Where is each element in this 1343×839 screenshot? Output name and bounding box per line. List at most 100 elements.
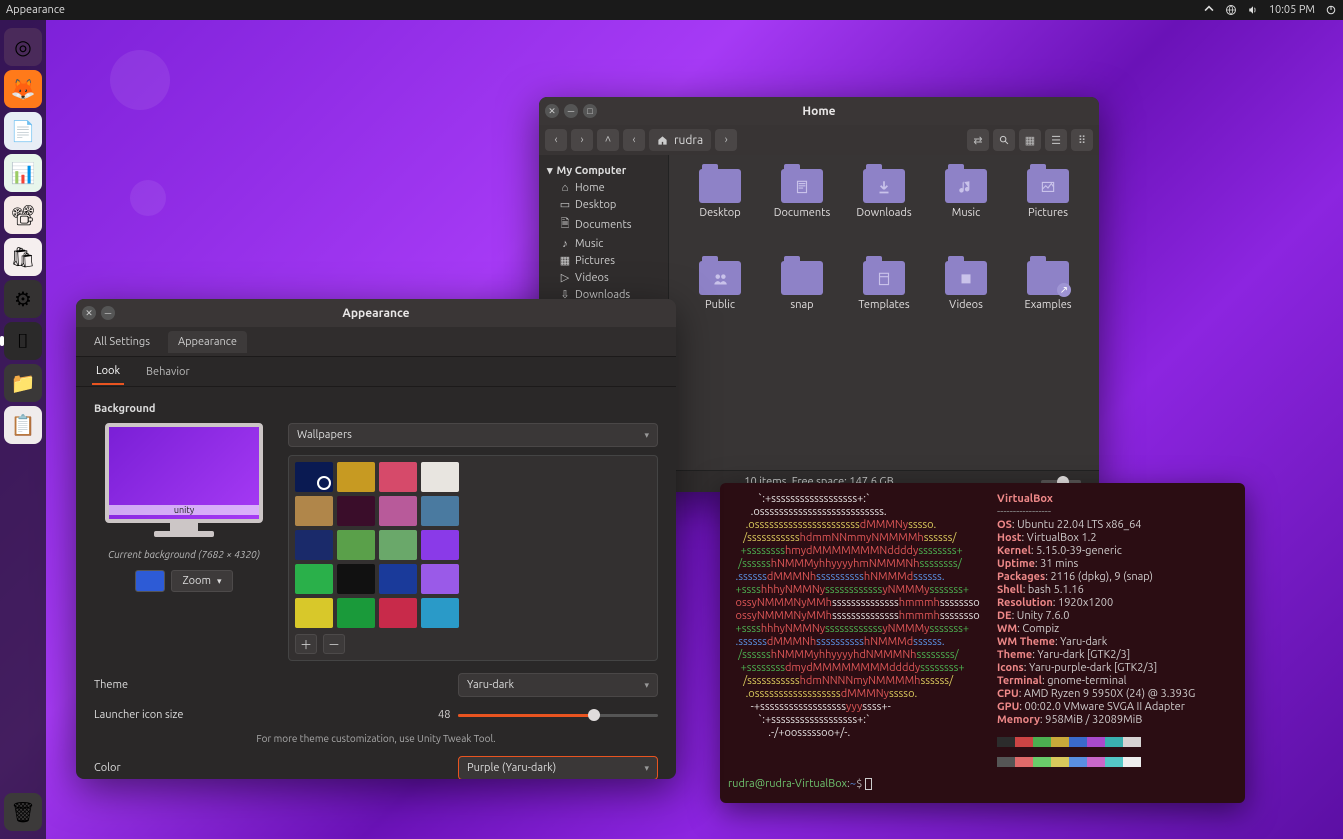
file-grid[interactable]: Desktop Documents DownloadsMusicPictures Pu…	[669, 155, 1099, 470]
wallpaper-thumb[interactable]	[379, 564, 417, 594]
close-button[interactable]: ✕	[82, 306, 96, 320]
dock-app-libreoffice-writer[interactable]: 📄	[4, 112, 42, 150]
add-wallpaper-button[interactable]: ＋	[295, 634, 317, 654]
sidebar-item-pictures[interactable]: ▦Pictures	[539, 252, 668, 269]
info-resolution: Resolution: 1920x1200	[997, 597, 1227, 610]
folder-downloads[interactable]: Downloads	[847, 169, 921, 253]
dock-app-libreoffice[interactable]: 📋	[4, 406, 42, 444]
wallpaper-thumb[interactable]	[337, 496, 375, 526]
remove-wallpaper-button[interactable]: －	[323, 634, 345, 654]
folder-pictures[interactable]: Pictures	[1011, 169, 1085, 253]
clock[interactable]: 10:05 PM	[1269, 4, 1315, 16]
color-palette	[997, 737, 1227, 747]
tab-all-settings[interactable]: All Settings	[84, 331, 160, 353]
tab-appearance[interactable]: Appearance	[168, 331, 247, 353]
sidebar-header[interactable]: ▾My Computer	[539, 161, 668, 180]
subtab-look[interactable]: Look	[92, 359, 124, 385]
file-manager-titlebar[interactable]: ✕ － □ Home	[539, 97, 1099, 125]
wallpaper-thumb[interactable]	[337, 598, 375, 628]
breadcrumb-back[interactable]: ‹	[623, 129, 645, 151]
dock-trash[interactable]: 🗑	[4, 793, 42, 831]
wallpaper-thumb[interactable]	[295, 462, 333, 492]
dock-app-files[interactable]: 📁	[4, 364, 42, 402]
folder-videos[interactable]: Videos	[929, 261, 1003, 345]
maximize-button[interactable]: □	[583, 104, 597, 118]
view-compact-button[interactable]: ⠿	[1071, 129, 1093, 151]
view-grid-button[interactable]: ▦	[1019, 129, 1041, 151]
chevron-down-icon: ▾	[644, 430, 649, 441]
breadcrumb-forward[interactable]: ›	[715, 129, 737, 151]
wallpaper-thumb[interactable]	[421, 598, 459, 628]
power-indicator[interactable]	[1325, 4, 1337, 16]
dock-app-software[interactable]: 🛍	[4, 238, 42, 276]
breadcrumb[interactable]: rudra	[649, 129, 711, 151]
slider-thumb[interactable]	[588, 709, 600, 721]
dock-app-terminal[interactable]: ⌷	[4, 322, 42, 360]
nav-back-button[interactable]: ‹	[545, 129, 567, 151]
zoom-mode-button[interactable]: Zoom▾	[171, 570, 232, 592]
folder-examples[interactable]: Examples	[1011, 261, 1085, 345]
dock-app-libreoffice-calc[interactable]: 📊	[4, 154, 42, 192]
wallpaper-thumb[interactable]	[337, 462, 375, 492]
search-icon	[999, 135, 1010, 146]
wallpaper-source-select[interactable]: Wallpapers ▾	[288, 423, 658, 447]
sidebar-item-videos[interactable]: ▷Videos	[539, 269, 668, 286]
close-button[interactable]: ✕	[545, 104, 559, 118]
dock-app-firefox[interactable]: 🦊	[4, 70, 42, 108]
wallpaper-decor	[130, 180, 166, 216]
sidebar-item-music[interactable]: ♪Music	[539, 236, 668, 252]
dock-app-libreoffice-impress[interactable]: 📽	[4, 196, 42, 234]
sidebar-item-desktop[interactable]: ▭Desktop	[539, 196, 668, 213]
folder-documents[interactable]: Documents	[765, 169, 839, 253]
folder-templates[interactable]: Templates	[847, 261, 921, 345]
wallpaper-thumb[interactable]	[379, 462, 417, 492]
folder-public[interactable]: Public	[683, 261, 757, 345]
monitor-tag: unity	[109, 505, 259, 515]
folder-label: Documents	[774, 207, 831, 219]
wallpaper-thumb[interactable]	[295, 598, 333, 628]
wallpaper-thumb[interactable]	[421, 496, 459, 526]
toggle-path-button[interactable]: ⇄	[967, 129, 989, 151]
appearance-titlebar[interactable]: ✕ － Appearance	[76, 299, 676, 327]
minimize-button[interactable]: －	[101, 306, 115, 320]
wallpaper-thumb[interactable]	[295, 496, 333, 526]
folder-icon: ⌂	[559, 182, 571, 194]
sidebar-item-documents[interactable]: 🗎Documents	[539, 213, 668, 236]
folder-desktop[interactable]: Desktop	[683, 169, 757, 253]
color-select[interactable]: Purple (Yaru-dark) ▾	[458, 756, 658, 779]
wallpaper-thumb[interactable]	[421, 564, 459, 594]
nav-forward-button[interactable]: ›	[571, 129, 593, 151]
language-indicator[interactable]	[1225, 4, 1237, 16]
active-app-name[interactable]: Appearance	[6, 4, 65, 16]
folder-music[interactable]: Music	[929, 169, 1003, 253]
wallpaper-grid: ＋ －	[288, 455, 658, 661]
wallpaper-thumb[interactable]	[337, 564, 375, 594]
theme-select[interactable]: Yaru-dark ▾	[458, 673, 658, 697]
launcher-size-slider[interactable]	[458, 714, 658, 717]
network-indicator[interactable]	[1203, 4, 1215, 16]
wallpaper-thumb[interactable]	[421, 530, 459, 560]
terminal-prompt[interactable]: rudra@rudra-VirtualBox:~$	[728, 778, 872, 791]
dock-app-settings[interactable]: ⚙	[4, 280, 42, 318]
folder-snap[interactable]: snap	[765, 261, 839, 345]
volume-indicator[interactable]	[1247, 4, 1259, 16]
sidebar-item-home[interactable]: ⌂Home	[539, 180, 668, 196]
view-list-button[interactable]: ☰	[1045, 129, 1067, 151]
subtab-behavior[interactable]: Behavior	[142, 360, 194, 384]
wallpaper-thumb[interactable]	[421, 462, 459, 492]
dock-app-show-apps[interactable]: ◎	[4, 28, 42, 66]
wallpaper-thumb[interactable]	[379, 530, 417, 560]
folder-icon: ▭	[559, 198, 571, 211]
folder-icon: 🗎	[559, 215, 571, 234]
search-button[interactable]	[993, 129, 1015, 151]
wallpaper-thumb[interactable]	[295, 564, 333, 594]
wallpaper-thumb[interactable]	[379, 496, 417, 526]
color-swatch-button[interactable]	[135, 570, 165, 592]
terminal-window[interactable]: `:+ssssssssssssssssss+:` .osssssssssssss…	[720, 483, 1245, 803]
minimize-button[interactable]: －	[564, 104, 578, 118]
wallpaper-thumb[interactable]	[337, 530, 375, 560]
info-hostname: VirtualBox	[997, 493, 1053, 505]
nav-up-button[interactable]: ˄	[597, 129, 619, 151]
wallpaper-thumb[interactable]	[379, 598, 417, 628]
wallpaper-thumb[interactable]	[295, 530, 333, 560]
